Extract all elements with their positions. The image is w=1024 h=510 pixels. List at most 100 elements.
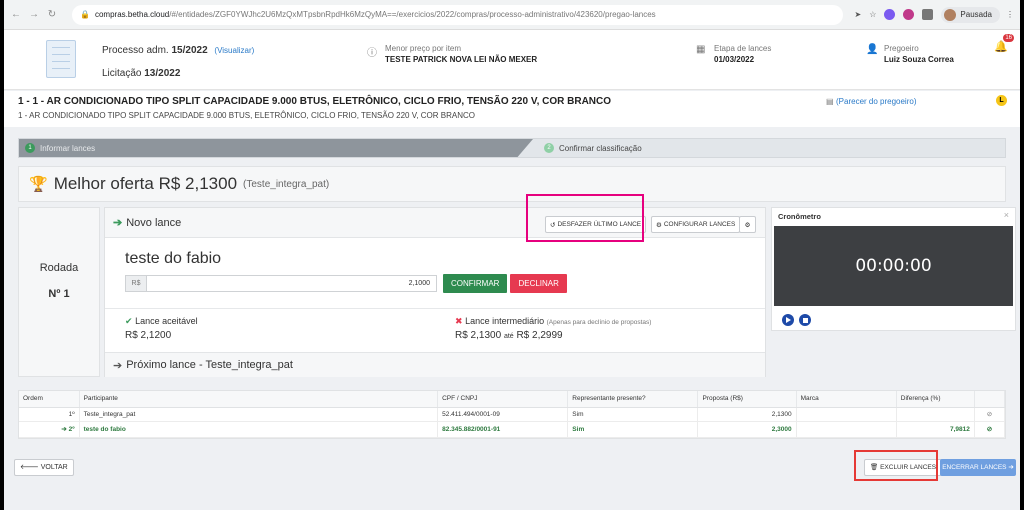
- stop-icon[interactable]: [799, 314, 811, 326]
- lance-intermediario: ✖ Lance intermediário (Apenas para declí…: [455, 316, 651, 341]
- cronometro-title: Cronômetro: [778, 212, 821, 221]
- bell-icon[interactable]: 🔔 16: [994, 34, 1014, 53]
- menu-icon[interactable]: ⋮: [1006, 10, 1014, 19]
- visualizar-link[interactable]: (Visualizar): [214, 46, 254, 55]
- aceitavel-value: R$ 2,1200: [125, 330, 172, 341]
- arrow-right-icon: ➔: [113, 359, 123, 372]
- send-icon[interactable]: ➤: [855, 10, 862, 19]
- user-icon: 👤: [866, 44, 879, 55]
- column-header: Marca: [796, 391, 897, 408]
- x-circle-icon: ✖: [455, 316, 463, 326]
- cell-cnpj: 82.345.882/0001-91: [437, 421, 569, 438]
- best-offer-value: Melhor oferta R$ 2,1300: [53, 174, 238, 193]
- table-header-row: Ordem Participante CPF / CNPJ Representa…: [19, 391, 1006, 408]
- url-host: compras.betha.cloud: [94, 10, 170, 19]
- column-header: Participante: [79, 391, 439, 408]
- cell-representante: Sim: [567, 421, 699, 438]
- item-title: 1 - 1 - AR CONDICIONADO TIPO SPLIT CAPAC…: [18, 96, 612, 107]
- novo-lance-title: Novo lance: [126, 216, 182, 229]
- extension-drop-icon[interactable]: [884, 9, 896, 20]
- check-circle-icon: ✔: [125, 316, 133, 326]
- processo-value: 15/2022: [171, 45, 208, 56]
- timer-display: 00:00:00: [774, 226, 1013, 306]
- app-window: ← → ↻ 🔒 compras.betha.cloud /#/entidades…: [4, 0, 1020, 510]
- cell-proposta: 2,3000: [697, 421, 797, 438]
- lote-badge: L: [996, 95, 1007, 106]
- declinar-button[interactable]: DECLINAR: [510, 274, 567, 293]
- extension-puzzle-icon[interactable]: [922, 9, 934, 20]
- novo-lance-panel: ➔ Novo lance ↺ DESFAZER ÚLTIMO LANCE ⚙ C…: [104, 207, 766, 377]
- intermediario-note: (Apenas para declínio de propostas): [546, 319, 652, 326]
- back-icon[interactable]: ←: [10, 9, 22, 20]
- trophy-icon: 🏆: [29, 176, 48, 193]
- best-offer-banner: 🏆 Melhor oferta R$ 2,1300 (Teste_integra…: [18, 166, 1006, 202]
- arrow-right-icon: ➔: [113, 217, 123, 229]
- close-icon[interactable]: ×: [1004, 210, 1009, 220]
- voltar-button[interactable]: 🡐 VOLTAR: [14, 459, 74, 476]
- cell-ordem: 1º: [19, 407, 80, 422]
- process-header: Processo adm. 15/2022 (Visualizar) Licit…: [4, 30, 1020, 90]
- currency-addon: R$: [125, 275, 147, 292]
- profile-status: Pausada: [960, 10, 992, 19]
- cell-diferenca: 7,9812: [896, 421, 975, 438]
- url-path: /#/entidades/ZGF0YWJhc2U6MzQxMTpsbnRpdHk…: [169, 10, 656, 19]
- rodada-panel: Rodada Nº 1: [18, 207, 100, 377]
- intermediario-label: Lance intermediário: [465, 316, 545, 326]
- cell-proposta: 2,1300: [697, 407, 797, 422]
- forward-icon[interactable]: →: [28, 9, 40, 20]
- configurar-lances-button[interactable]: ⚙ CONFIGURAR LANCES: [651, 216, 741, 233]
- play-icon[interactable]: [782, 314, 794, 326]
- rodada-label: Rodada: [39, 262, 79, 274]
- desfazer-ultimo-lance-button[interactable]: ↺ DESFAZER ÚLTIMO LANCE: [545, 216, 647, 233]
- trash-icon: 🗑: [870, 464, 879, 471]
- avatar: [944, 8, 957, 21]
- encerrar-lances-button[interactable]: ENCERRAR LANCES ➔: [940, 459, 1016, 476]
- cell-marca: [796, 407, 897, 422]
- parecer-link[interactable]: (Parecer do pregoeiro): [836, 97, 916, 106]
- bid-form: R$ 2,1000 CONFIRMAR DECLINAR: [125, 274, 567, 293]
- voltar-label: VOLTAR: [40, 464, 68, 471]
- licitacao-value: 13/2022: [144, 68, 181, 79]
- cronometro-panel: Cronômetro × 00:00:00: [771, 207, 1016, 331]
- lock-icon: 🔒: [80, 10, 90, 19]
- menor-preco-block: ⓘ Menor preço por item TESTE PATRICK NOV…: [367, 44, 537, 64]
- column-header: CPF / CNPJ: [437, 391, 569, 408]
- profile-button[interactable]: Pausada: [941, 6, 1000, 23]
- step-label: Informar lances: [40, 143, 96, 153]
- step-number: 1: [25, 143, 35, 153]
- column-header: Proposta (R$): [697, 391, 797, 408]
- settings-button[interactable]: ⚙: [739, 216, 756, 233]
- cog-icon: ⚙: [744, 221, 751, 229]
- ban-icon[interactable]: ⊘: [974, 407, 1006, 422]
- cell-ordem: ➔ 2º: [19, 421, 80, 438]
- column-header: Diferença (%): [896, 391, 975, 408]
- processo-label: Processo adm.: [102, 45, 169, 56]
- extension-flower-icon[interactable]: [903, 9, 915, 20]
- current-bidder: teste do fabio: [125, 250, 222, 267]
- cell-cnpj: 52.411.494/0001-09: [437, 407, 569, 422]
- encerrar-label: ENCERRAR LANCES: [942, 464, 1007, 471]
- bid-value-input[interactable]: 2,1000: [147, 275, 437, 292]
- desfazer-label: DESFAZER ÚLTIMO LANCE: [557, 221, 642, 228]
- intermediario-from: R$ 2,1300: [455, 330, 502, 341]
- cronometro-header: Cronômetro ×: [772, 208, 1015, 224]
- step-confirmar-classificacao[interactable]: 2 Confirmar classificação: [544, 139, 642, 157]
- document-icon: [46, 40, 76, 78]
- star-icon[interactable]: ☆: [869, 10, 876, 19]
- etapa-value: 01/03/2022: [714, 55, 755, 64]
- confirmar-button[interactable]: CONFIRMAR: [443, 274, 508, 293]
- cell-participante: Teste_integra_pat: [79, 407, 439, 422]
- step-informar-lances[interactable]: 1 Informar lances: [19, 139, 533, 157]
- address-bar[interactable]: 🔒 compras.betha.cloud /#/entidades/ZGF0Y…: [72, 4, 843, 25]
- licitacao-info: Licitação 13/2022: [102, 68, 180, 79]
- reload-icon[interactable]: ↻: [46, 9, 58, 20]
- excluir-lances-button[interactable]: 🗑 EXCLUIR LANCES: [864, 459, 943, 476]
- etapa-label: Etapa de lances: [714, 44, 772, 53]
- aceitavel-label: Lance aceitável: [135, 316, 198, 326]
- column-header: Representante presente?: [567, 391, 699, 408]
- ban-icon[interactable]: ⊘: [974, 421, 1006, 438]
- excluir-label: EXCLUIR LANCES: [880, 464, 937, 471]
- cell-representante: Sim: [567, 407, 699, 422]
- column-header: Ordem: [19, 391, 80, 408]
- calendar-icon: ▦: [696, 44, 706, 55]
